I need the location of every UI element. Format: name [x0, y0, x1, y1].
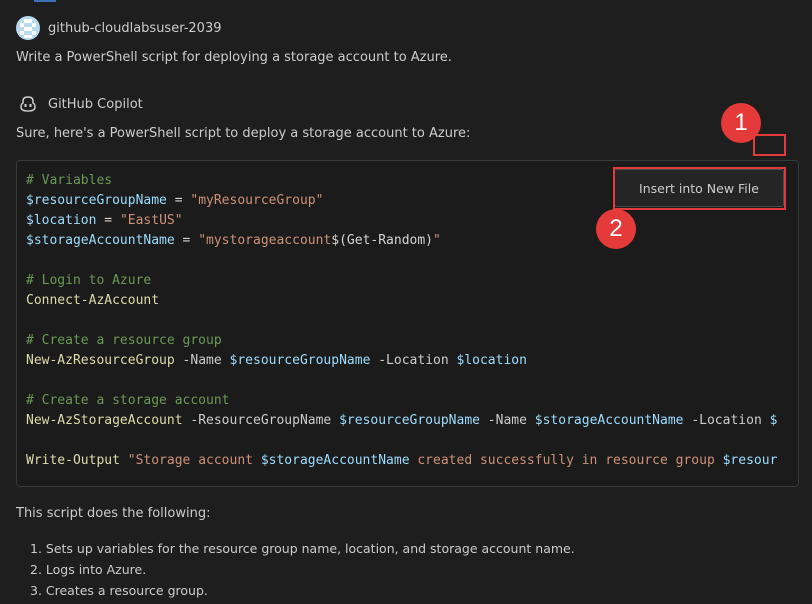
code-line-11: Write-Output "Storage account $storageAc…: [26, 451, 777, 471]
code-token: -ResourceGroupName: [182, 413, 340, 428]
code-token: Write-Output: [26, 453, 120, 468]
copilot-icon: [16, 92, 40, 116]
code-token: =: [174, 233, 199, 248]
code-line-7: # Create a resource group: [26, 333, 222, 348]
highlight-box-2: [613, 167, 786, 210]
code-token: "EastUS": [119, 213, 183, 228]
code-token: $storageAccountName: [26, 233, 175, 248]
code-token: New-AzResourceGroup: [26, 353, 175, 368]
code-token: $(Get-Random): [331, 233, 434, 248]
user-name: github-cloudlabsuser-2039: [48, 20, 222, 36]
code-token: $resourceGroupName: [339, 413, 480, 428]
code-token: $location: [26, 213, 97, 228]
step-marker-1: 1: [721, 103, 761, 143]
code-line-6: Connect-AzAccount: [26, 293, 160, 308]
code-token: -Name: [479, 413, 535, 428]
user-avatar: [16, 16, 40, 40]
code-line-10: New-AzStorageAccount -ResourceGroupName …: [26, 411, 777, 431]
code-token: $resour: [722, 453, 778, 468]
code-token: $storageAccountName: [260, 453, 410, 468]
code-token: =: [166, 193, 191, 208]
code-token: created successfully in resource group: [409, 453, 723, 468]
step-marker-2: 2: [596, 209, 636, 249]
code-token: New-AzStorageAccount: [26, 413, 183, 428]
list-item: 1. Sets up variables for the resource gr…: [30, 541, 575, 556]
code-token: $location: [456, 353, 527, 368]
list-item: 2. Logs into Azure.: [30, 562, 147, 577]
summary-intro: This script does the following:: [16, 506, 211, 521]
code-token: $storageAccountName: [534, 413, 684, 428]
code-token: "myResourceGroup": [190, 193, 324, 208]
assistant-message-header: GitHub Copilot: [16, 92, 143, 116]
code-line-1: # Variables: [26, 173, 113, 188]
list-item: 3. Creates a resource group.: [30, 583, 208, 598]
code-line-5: # Login to Azure: [26, 273, 152, 288]
code-line-9: # Create a storage account: [26, 393, 230, 408]
code-line-8: New-AzResourceGroup -Name $resourceGroup…: [26, 351, 527, 371]
code-token: $resourceGroupName: [26, 193, 167, 208]
code-token: -Location: [683, 413, 770, 428]
summary-steps-list: 1. Sets up variables for the resource gr…: [30, 538, 575, 601]
code-token: ": [433, 233, 441, 248]
code-token: "mystorageaccount: [198, 233, 332, 248]
assistant-name: GitHub Copilot: [48, 96, 143, 112]
code-token: =: [96, 213, 120, 228]
top-accent: [34, 0, 56, 2]
code-line-3: $location = "EastUS": [26, 211, 183, 231]
code-token: $: [769, 413, 778, 428]
code-line-2: $resourceGroupName = "myResourceGroup": [26, 191, 323, 211]
code-token: -Name: [174, 353, 230, 368]
code-token: $resourceGroupName: [229, 353, 371, 368]
user-message-header: github-cloudlabsuser-2039: [16, 16, 222, 40]
highlight-box-1: [753, 134, 786, 156]
code-token: "Storage account: [119, 453, 261, 468]
assistant-intro: Sure, here's a PowerShell script to depl…: [16, 126, 471, 141]
code-token: -Location: [370, 353, 457, 368]
code-line-4: $storageAccountName = "mystorageaccount$…: [26, 231, 441, 251]
user-message: Write a PowerShell script for deploying …: [16, 50, 452, 65]
